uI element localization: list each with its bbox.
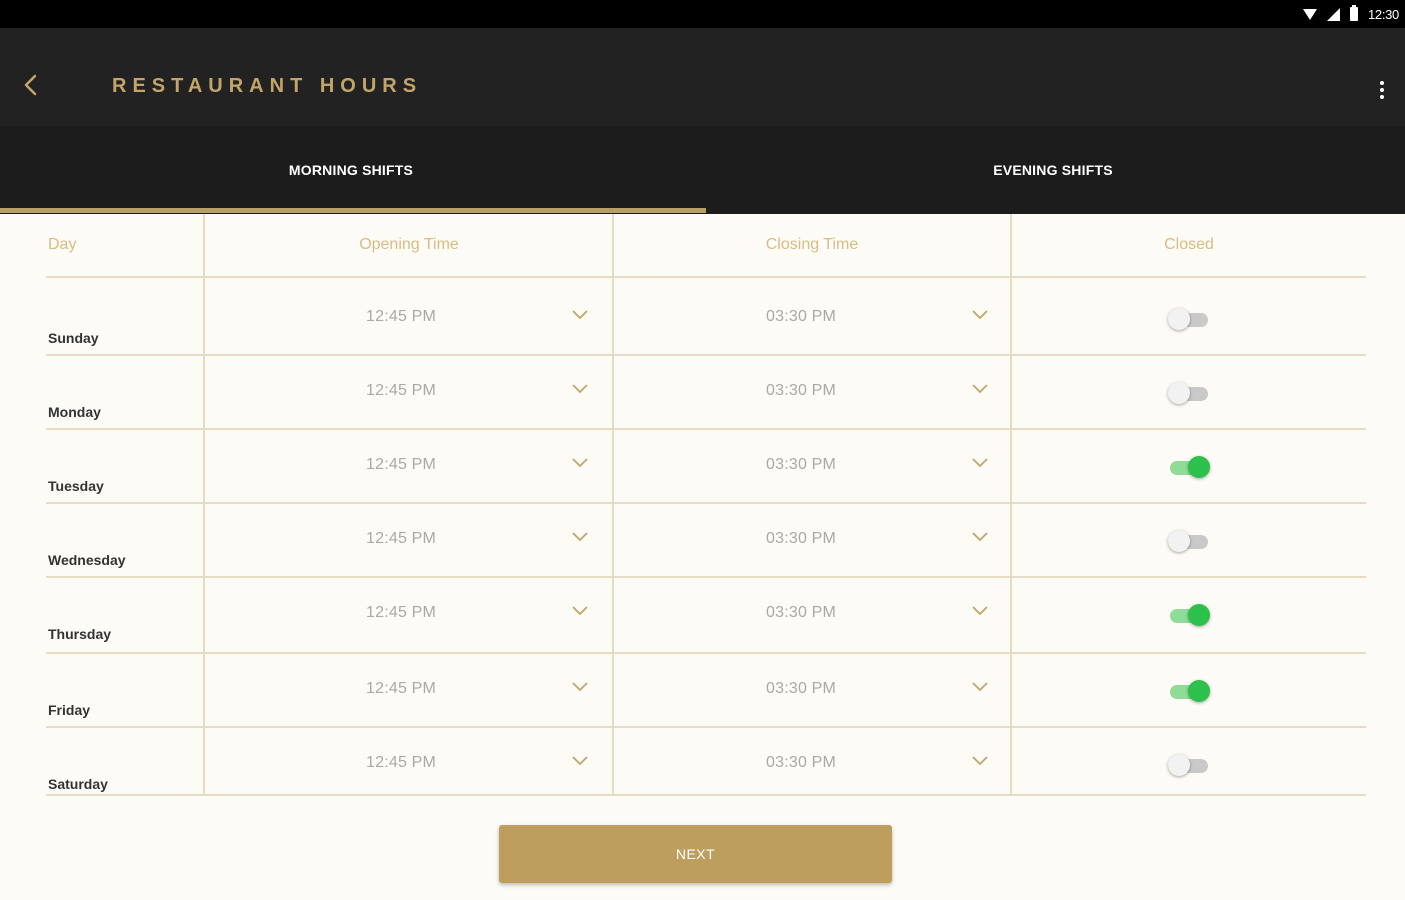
closed-toggle[interactable] — [1168, 306, 1212, 330]
closed-toggle[interactable] — [1168, 678, 1212, 702]
chevron-down-icon[interactable] — [970, 680, 990, 694]
closing-time-select[interactable]: 03:30 PM — [766, 354, 836, 428]
chevron-down-icon[interactable] — [570, 604, 590, 618]
day-label: Friday — [48, 702, 91, 718]
row-divider — [46, 276, 1366, 278]
status-bar: 12:30 — [0, 0, 1405, 28]
opening-time-select[interactable]: 12:45 PM — [366, 576, 436, 650]
opening-time-select[interactable]: 12:45 PM — [366, 354, 436, 428]
chevron-down-icon[interactable] — [970, 530, 990, 544]
day-label: Thursday — [48, 626, 112, 642]
closed-toggle[interactable] — [1168, 380, 1212, 404]
chevron-down-icon[interactable] — [970, 754, 990, 768]
header-closing-time: Closing Time — [765, 236, 859, 253]
next-button[interactable]: NEXT — [499, 825, 892, 883]
opening-time-select[interactable]: 12:45 PM — [366, 428, 436, 502]
day-label: Tuesday — [48, 478, 104, 494]
chevron-down-icon[interactable] — [570, 456, 590, 470]
chevron-down-icon[interactable] — [970, 604, 990, 618]
header-closed: Closed — [1164, 236, 1214, 253]
day-label: Saturday — [48, 776, 108, 792]
closing-time-select[interactable]: 03:30 PM — [766, 428, 836, 502]
closing-time-select[interactable]: 03:30 PM — [766, 280, 836, 354]
chevron-down-icon[interactable] — [970, 382, 990, 396]
day-label: Monday — [48, 404, 101, 420]
chevron-down-icon[interactable] — [570, 382, 590, 396]
closing-time-select[interactable]: 03:30 PM — [766, 652, 836, 726]
status-icons: 12:30 — [1302, 5, 1399, 22]
header-opening-time: Opening Time — [359, 236, 459, 253]
closing-time-select[interactable]: 03:30 PM — [766, 576, 836, 650]
day-label: Sunday — [48, 330, 99, 346]
table-row: Sunday 12:45 PM 03:30 PM — [46, 280, 1366, 354]
table-row: Thursday 12:45 PM 03:30 PM — [46, 576, 1366, 650]
chevron-down-icon[interactable] — [970, 308, 990, 322]
opening-time-select[interactable]: 12:45 PM — [366, 652, 436, 726]
opening-time-select[interactable]: 12:45 PM — [366, 280, 436, 354]
battery-icon — [1349, 5, 1358, 21]
opening-time-select[interactable]: 12:45 PM — [366, 502, 436, 576]
tab-indicator — [0, 208, 706, 213]
chevron-down-icon[interactable] — [570, 530, 590, 544]
table-row: Wednesday 12:45 PM 03:30 PM — [46, 502, 1366, 576]
closing-time-select[interactable]: 03:30 PM — [766, 502, 836, 576]
closed-toggle[interactable] — [1168, 602, 1212, 626]
signal-icon — [1326, 7, 1340, 21]
tab-evening-shifts[interactable]: EVENING SHIFTS — [702, 126, 1404, 214]
tab-morning-shifts[interactable]: MORNING SHIFTS — [0, 126, 702, 214]
status-time: 12:30 — [1367, 6, 1399, 22]
closing-time-select[interactable]: 03:30 PM — [766, 726, 836, 800]
closed-toggle[interactable] — [1168, 528, 1212, 552]
more-vertical-icon[interactable] — [1375, 78, 1389, 102]
opening-time-select[interactable]: 12:45 PM — [366, 726, 436, 800]
app-bar: RESTAURANT HOURS — [0, 28, 1405, 126]
table-row: Tuesday 12:45 PM 03:30 PM — [46, 428, 1366, 502]
hours-table: Day Opening Time Closing Time Closed Sun… — [0, 214, 1405, 900]
header-day: Day — [48, 236, 77, 253]
table-row: Friday 12:45 PM 03:30 PM — [46, 652, 1366, 726]
chevron-down-icon[interactable] — [570, 308, 590, 322]
wifi-icon — [1302, 8, 1317, 20]
chevron-down-icon[interactable] — [570, 680, 590, 694]
page-title: RESTAURANT HOURS — [112, 75, 423, 97]
shift-tabs: MORNING SHIFTS EVENING SHIFTS — [0, 126, 1405, 214]
row-divider — [46, 794, 1366, 796]
closed-toggle[interactable] — [1168, 752, 1212, 776]
chevron-down-icon[interactable] — [570, 754, 590, 768]
table-row: Monday 12:45 PM 03:30 PM — [46, 354, 1366, 428]
chevron-down-icon[interactable] — [970, 456, 990, 470]
table-row: Saturday 12:45 PM 03:30 PM — [46, 726, 1366, 800]
closed-toggle[interactable] — [1168, 454, 1212, 478]
day-label: Wednesday — [48, 552, 126, 568]
chevron-left-icon[interactable] — [18, 72, 44, 98]
